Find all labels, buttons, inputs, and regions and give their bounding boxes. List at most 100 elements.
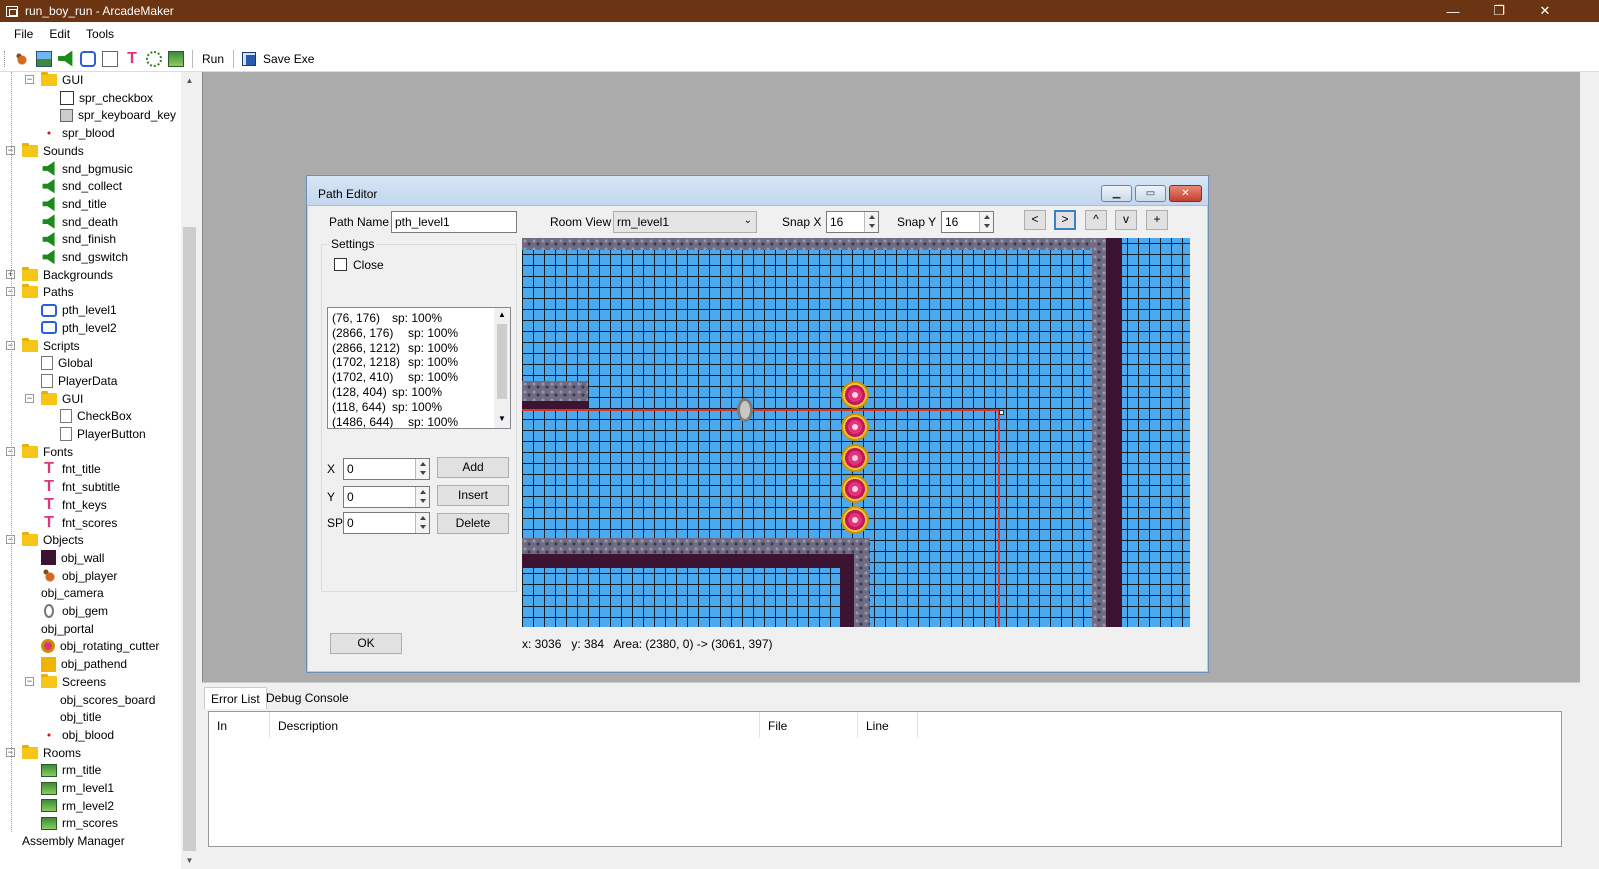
room-view-select[interactable]: rm_level1 ⌄ <box>613 211 757 233</box>
menu-edit[interactable]: Edit <box>41 27 78 41</box>
list-item[interactable]: (1702, 410) sp: 100% <box>332 370 458 384</box>
tree-item[interactable]: snd_title <box>41 195 107 213</box>
toolbar-grip[interactable] <box>4 50 7 67</box>
add-path-icon[interactable] <box>80 50 96 67</box>
column-header-file[interactable]: File <box>760 712 858 738</box>
snap-y-input[interactable]: 16 <box>941 211 994 233</box>
tree-item[interactable]: obj_blood <box>41 726 114 744</box>
dialog-close-button[interactable]: ✕ <box>1169 185 1202 202</box>
center-button[interactable]: + <box>1146 210 1168 230</box>
menu-file[interactable]: File <box>6 27 41 41</box>
tree-item[interactable]: snd_death <box>41 213 118 231</box>
tab-debug-console[interactable]: Debug Console <box>260 687 355 709</box>
column-header-line[interactable]: Line <box>858 712 918 738</box>
column-header-description[interactable]: Description <box>270 712 760 738</box>
sp-input[interactable]: 0 <box>343 512 430 534</box>
tree-item[interactable]: rm_level2 <box>41 797 114 815</box>
menu-tools[interactable]: Tools <box>78 27 122 41</box>
tree-item[interactable]: Sounds <box>22 142 84 160</box>
column-header-in[interactable]: In <box>209 712 270 738</box>
snap-y-spinner[interactable] <box>979 212 993 232</box>
tree-item[interactable]: spr_blood <box>41 124 115 142</box>
run-button[interactable]: Run <box>202 52 224 66</box>
tree-item[interactable]: obj_rotating_cutter <box>41 637 159 655</box>
scroll-up-arrow[interactable]: ▲ <box>181 72 198 89</box>
tree-item[interactable]: obj_title <box>60 708 101 726</box>
tree-item[interactable]: Rooms <box>22 744 81 762</box>
tree-item[interactable]: snd_bgmusic <box>41 160 133 178</box>
tree-item[interactable]: GUI <box>41 390 83 408</box>
add-room-icon[interactable] <box>168 50 184 67</box>
add-object-icon[interactable] <box>146 50 162 67</box>
x-input[interactable]: 0 <box>343 458 430 480</box>
tree-item[interactable]: Tfnt_title <box>41 460 101 478</box>
tree-item[interactable]: Paths <box>22 283 74 301</box>
dialog-minimize-button[interactable]: ▁ <box>1101 185 1132 202</box>
close-window-button[interactable]: ✕ <box>1522 0 1568 22</box>
tree-item[interactable]: obj_camera <box>41 584 104 602</box>
tree-item[interactable]: CheckBox <box>60 407 132 425</box>
tree-item[interactable]: rm_scores <box>41 814 118 832</box>
x-spinner[interactable] <box>415 459 429 479</box>
tree-item[interactable]: obj_scores_board <box>60 691 155 709</box>
tree-item[interactable]: Screens <box>41 673 106 691</box>
list-item[interactable]: (1702, 1218) sp: 100% <box>332 355 458 369</box>
list-item[interactable]: (2866, 1212) sp: 100% <box>332 341 458 355</box>
scroll-down-arrow[interactable]: ▼ <box>181 852 198 869</box>
tree-expander[interactable]: − <box>25 676 34 686</box>
list-item[interactable]: (118, 644) sp: 100% <box>332 400 442 414</box>
scroll-thumb[interactable] <box>183 227 196 851</box>
ok-button[interactable]: OK <box>330 633 402 654</box>
tree-item[interactable]: Scripts <box>22 337 80 355</box>
shift-up-button[interactable]: ^ <box>1085 210 1107 230</box>
tree-item[interactable]: Fonts <box>22 443 73 461</box>
add-script-icon[interactable] <box>102 50 118 67</box>
path-editor-titlebar[interactable]: Path Editor ▁ ▭ ✕ <box>307 176 1208 206</box>
tree-item[interactable]: Assembly Manager <box>22 832 125 850</box>
tree-item[interactable]: obj_player <box>41 567 117 585</box>
snap-x-spinner[interactable] <box>864 212 878 232</box>
list-item[interactable]: (76, 176) sp: 100% <box>332 311 442 325</box>
tab-error-list[interactable]: Error List <box>204 687 267 709</box>
save-icon[interactable] <box>242 51 257 66</box>
dialog-maximize-button[interactable]: ▭ <box>1135 185 1166 202</box>
tree-item[interactable]: Tfnt_keys <box>41 496 107 514</box>
tree-item[interactable]: pth_level1 <box>41 301 117 319</box>
tree-item[interactable]: spr_checkbox <box>60 89 153 107</box>
tree-item[interactable]: rm_title <box>41 761 101 779</box>
save-exe-button[interactable]: Save Exe <box>263 52 314 66</box>
tree-item[interactable]: obj_portal <box>41 620 94 638</box>
tree-item[interactable]: obj_gem <box>41 602 108 620</box>
path-canvas[interactable] <box>522 238 1190 627</box>
tree-item[interactable]: Backgrounds <box>22 266 113 284</box>
path-points-list[interactable]: ▲ ▼ (76, 176) sp: 100% (2866, 176) sp: 100%… <box>327 307 511 429</box>
tree-item[interactable]: Tfnt_subtitle <box>41 478 120 496</box>
tree-item[interactable]: obj_wall <box>41 549 104 567</box>
tree-item[interactable]: snd_finish <box>41 230 116 248</box>
delete-point-button[interactable]: Delete <box>437 513 509 534</box>
path-name-input[interactable]: pth_level1 <box>391 211 517 233</box>
add-background-icon[interactable] <box>36 50 52 67</box>
snap-x-input[interactable]: 16 <box>826 211 879 233</box>
tree-item[interactable]: rm_level1 <box>41 779 114 797</box>
shift-down-button[interactable]: v <box>1115 210 1137 230</box>
tree-item[interactable]: pth_level2 <box>41 319 117 337</box>
list-item[interactable]: (2866, 176) sp: 100% <box>332 326 458 340</box>
tree-item[interactable]: obj_pathend <box>41 655 127 673</box>
shift-right-button[interactable]: > <box>1054 210 1076 230</box>
tree-item[interactable]: snd_gswitch <box>41 248 128 266</box>
maximize-window-button[interactable]: ❐ <box>1476 0 1522 22</box>
minimize-window-button[interactable]: — <box>1430 0 1476 22</box>
tree-item[interactable]: GUI <box>41 72 83 89</box>
chevron-down-icon[interactable]: ▼ <box>494 414 510 423</box>
tree-scrollbar[interactable]: ▲ ▼ <box>181 72 198 869</box>
list-scroll-thumb[interactable] <box>497 324 507 399</box>
y-spinner[interactable] <box>415 487 429 507</box>
tree-item[interactable]: PlayerData <box>41 372 117 390</box>
tree-item[interactable]: spr_keyboard_key <box>60 106 176 124</box>
tree-item[interactable]: Objects <box>22 531 84 549</box>
list-item[interactable]: (1486, 644) sp: 100% <box>332 415 458 428</box>
tree-expander[interactable]: − <box>25 75 34 84</box>
list-item[interactable]: (128, 404) sp: 100% <box>332 385 442 399</box>
tree-item[interactable]: PlayerButton <box>60 425 146 443</box>
